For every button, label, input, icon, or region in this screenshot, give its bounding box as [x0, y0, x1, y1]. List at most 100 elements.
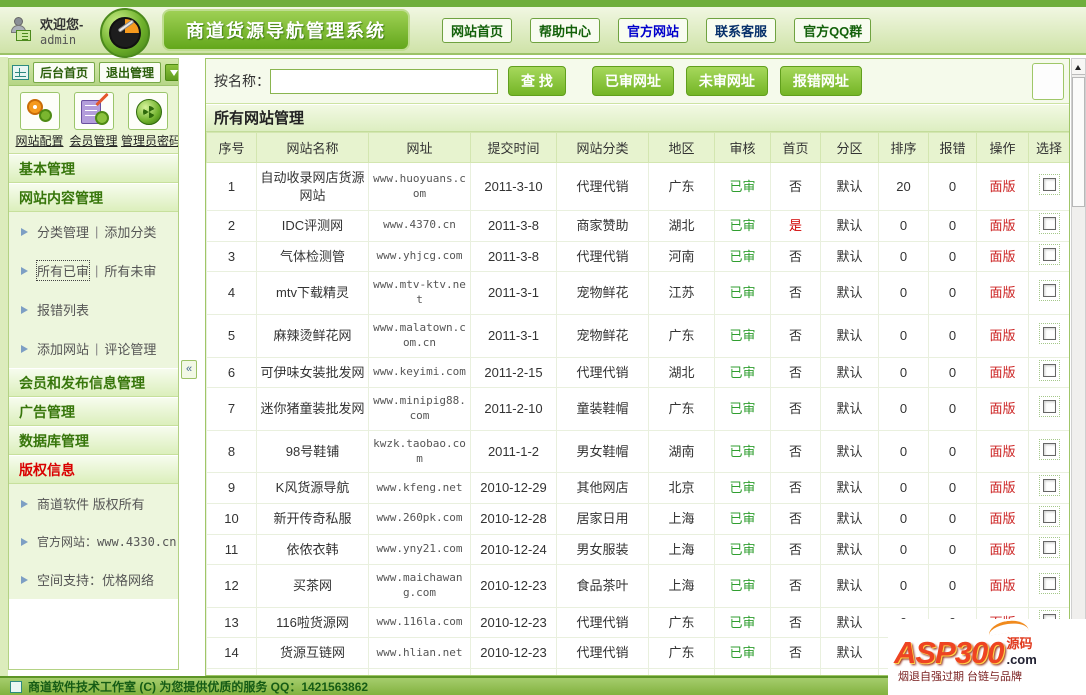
menu-link[interactable]: 分类管理 — [37, 222, 89, 241]
cell-home: 否 — [770, 564, 821, 608]
panel-action-link[interactable]: 面版 — [976, 429, 1029, 474]
sidebar-menu: 基本管理 网站内容管理 分类管理 | 添加分类 所有已审 | 所有未审 报错列表 添加网站 | 评论管… — [9, 154, 178, 599]
nav-button[interactable]: 帮助中心 — [530, 17, 601, 43]
scroll-up-icon[interactable] — [1072, 59, 1085, 75]
panel-action-link[interactable]: 面版 — [976, 210, 1029, 242]
shortcut-member-manage[interactable]: 会员管理 — [67, 92, 120, 149]
row-checkbox[interactable] — [1038, 573, 1060, 595]
cell-name: IDC评测网 — [256, 210, 369, 242]
scrollbar-thumb[interactable] — [1072, 77, 1085, 207]
shortcut-admin-password[interactable]: 管理员密码 — [121, 92, 178, 149]
cell-home: 否 — [770, 472, 821, 505]
column-header: 序号 — [206, 132, 257, 163]
row-checkbox[interactable] — [1038, 322, 1060, 344]
menu-section-header[interactable]: 会员和发布信息管理 — [9, 368, 178, 397]
panel-action-link[interactable]: 面版 — [976, 564, 1029, 608]
arrow-down-button[interactable] — [165, 63, 178, 81]
cell-partition: 默认 — [820, 503, 879, 535]
logout-button[interactable]: 退出管理 — [99, 61, 162, 83]
cell-sort: 0 — [878, 240, 929, 273]
cell-region: 广东 — [648, 637, 715, 669]
cell-url: www.hlian.net — [368, 637, 471, 669]
cell-category: 宠物鲜花 — [556, 313, 649, 358]
menu-section-header[interactable]: 基本管理 — [9, 154, 178, 183]
sidebar-collapse-button[interactable]: « — [181, 360, 197, 379]
row-checkbox[interactable] — [1038, 438, 1060, 460]
cell-date: 2011-3-10 — [470, 161, 557, 212]
menu-section-header[interactable]: 版权信息 — [9, 455, 178, 484]
cell-sort: 20 — [878, 161, 929, 212]
filter-button[interactable]: 已审网址 — [591, 66, 674, 96]
nav-button[interactable]: 网站首页 — [442, 17, 513, 43]
cell-date: 2011-3-8 — [470, 240, 557, 273]
menu-section-header[interactable]: 网站内容管理 — [9, 183, 178, 212]
cell-select — [1028, 271, 1069, 315]
nav-button[interactable]: 官方网站 — [618, 17, 689, 43]
vertical-scrollbar[interactable] — [1071, 58, 1086, 676]
panel-action-link[interactable]: 面版 — [976, 271, 1029, 315]
cell-name: 麻辣烫鲜花网 — [256, 313, 369, 358]
row-checkbox[interactable] — [1038, 506, 1060, 528]
menu-section-header[interactable]: 数据库管理 — [9, 426, 178, 455]
arrow-right-icon — [21, 537, 32, 546]
left-edge-strip — [0, 57, 8, 676]
cell-home: 否 — [770, 667, 821, 675]
row-checkbox[interactable] — [1038, 396, 1060, 418]
sidebar-toolbar: 后台首页 退出管理 — [9, 59, 178, 86]
menu-link[interactable]: 官方网站：www.4330.cn — [37, 533, 176, 550]
menu-link[interactable]: 所有已审 — [35, 260, 91, 281]
row-checkbox[interactable] — [1038, 213, 1060, 235]
row-checkbox[interactable] — [1038, 173, 1060, 195]
cell-category: 代理代销 — [556, 240, 649, 273]
cell-audit: 已审 — [714, 429, 771, 474]
cell-select — [1028, 387, 1069, 431]
cell-select — [1028, 313, 1069, 358]
row-checkbox[interactable] — [1038, 536, 1060, 558]
panel-action-link[interactable]: 面版 — [976, 472, 1029, 505]
menu-link[interactable]: 报错列表 — [37, 300, 89, 319]
menu-link[interactable]: 添加分类 — [104, 222, 156, 241]
cell-url: www.mtv-ktv.net — [368, 271, 471, 315]
filter-button[interactable]: 报错网址 — [779, 66, 862, 96]
cell-date: 2010-12-22 — [470, 667, 557, 675]
shortcut-site-config[interactable]: 网站配置 — [13, 92, 66, 149]
row-checkbox[interactable] — [1038, 280, 1060, 302]
panel-action-link[interactable]: 面版 — [976, 387, 1029, 431]
cell-url: www.yny21.com — [368, 533, 471, 566]
menu-section-header[interactable]: 广告管理 — [9, 397, 178, 426]
row-checkbox[interactable] — [1038, 475, 1060, 497]
menu-link[interactable]: 商道软件 版权所有 — [37, 494, 145, 513]
separator: | — [95, 263, 99, 278]
nav-button[interactable]: 联系客服 — [706, 17, 777, 43]
panel-action-link[interactable]: 面版 — [976, 240, 1029, 273]
menu-link[interactable]: 评论管理 — [104, 339, 156, 358]
nav-button[interactable]: 官方QQ群 — [794, 17, 872, 43]
menu-link[interactable]: 所有未审 — [104, 261, 156, 280]
panel-action-link[interactable]: 面版 — [976, 533, 1029, 566]
cell-category: 宠物鲜花 — [556, 271, 649, 315]
menu-link[interactable]: 空间支持：优格网络 — [37, 570, 154, 589]
menu-link[interactable]: 添加网站 — [37, 339, 89, 358]
row-checkbox[interactable] — [1038, 359, 1060, 381]
panel-action-link[interactable]: 面版 — [976, 503, 1029, 535]
cell-date: 2011-2-10 — [470, 387, 557, 431]
column-header: 操作 — [976, 132, 1029, 163]
filter-button[interactable]: 未审网址 — [685, 66, 768, 96]
panel-action-link[interactable]: 面版 — [976, 161, 1029, 212]
row-checkbox[interactable] — [1038, 243, 1060, 265]
cell-category: 男女服装 — [556, 533, 649, 566]
cell-select — [1028, 503, 1069, 535]
panel-action-link[interactable]: 面版 — [976, 356, 1029, 389]
column-header: 提交时间 — [470, 132, 557, 163]
cell-category: 代理代销 — [556, 637, 649, 669]
cell-category: 食品茶叶 — [556, 564, 649, 608]
find-button[interactable]: 查 找 — [508, 66, 566, 96]
cell-home: 否 — [770, 387, 821, 431]
backend-home-button[interactable]: 后台首页 — [33, 61, 96, 83]
app-title: 商道货源导航管理系统 — [162, 9, 410, 51]
panel-action-link[interactable]: 面版 — [976, 313, 1029, 358]
search-input[interactable] — [270, 68, 498, 94]
table-header-row: 序号 网站名称 网址 提交时间 网站分类 地区 审核 首页 分区 排序 报错 操作 选择 — [206, 132, 1069, 163]
top-strip — [0, 0, 1086, 7]
cell-sort: 0 — [878, 356, 929, 389]
